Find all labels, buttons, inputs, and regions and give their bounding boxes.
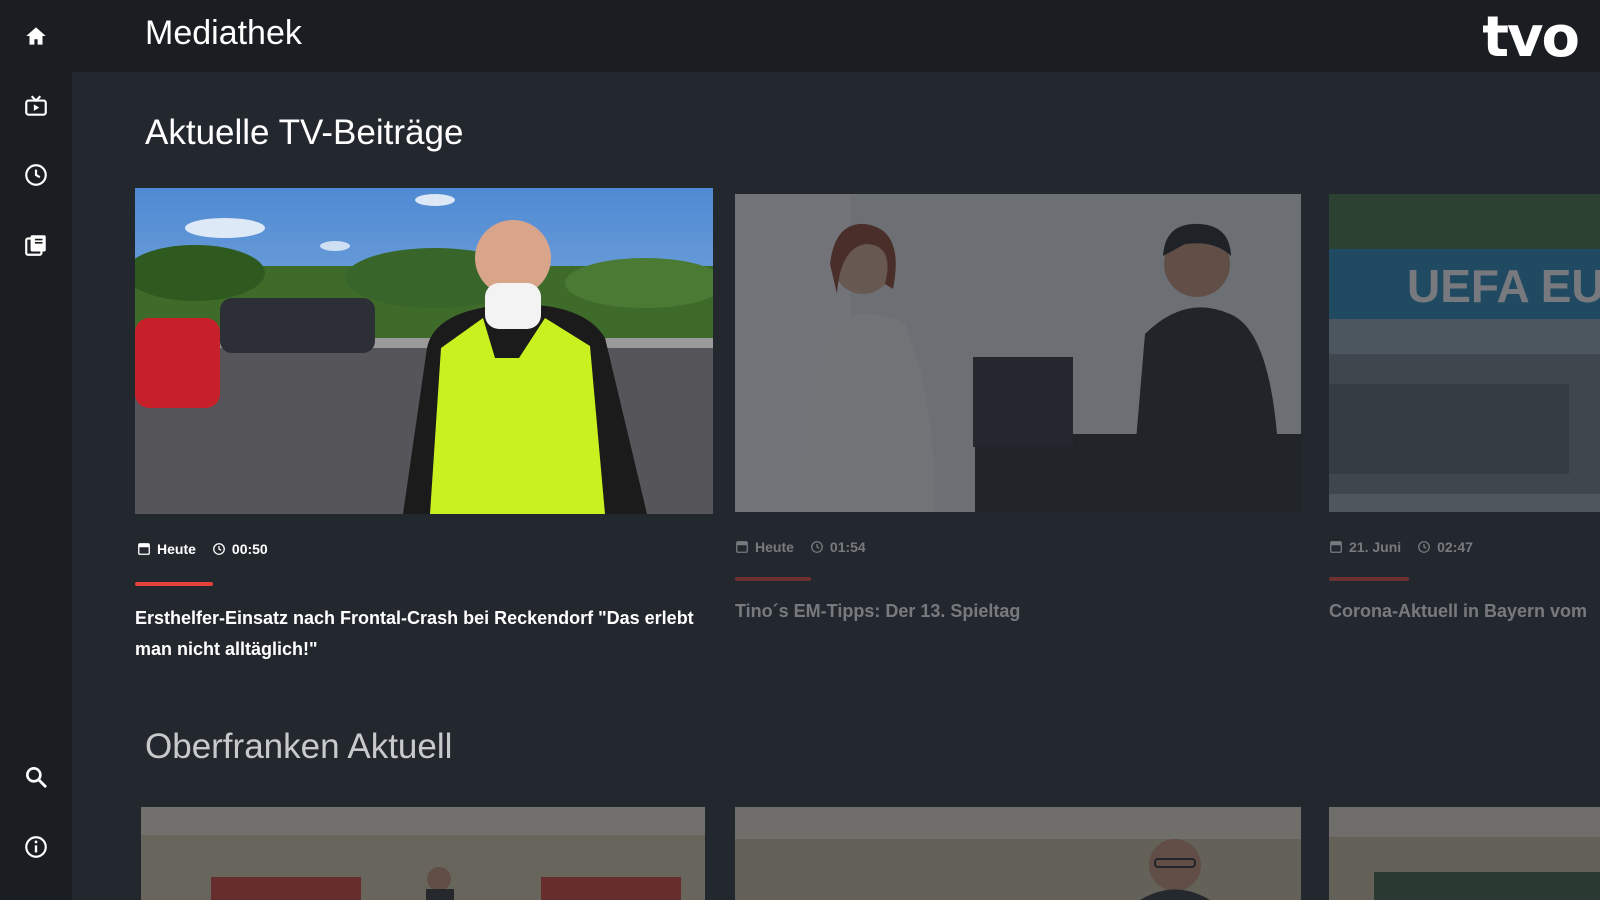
video-card[interactable] (735, 807, 1301, 900)
video-card[interactable]: Heute 01:54 Tino´s EM-Tipps: Der 13. Spi… (735, 194, 1301, 634)
card-meta: 21. Juni 02:47 (1329, 539, 1473, 555)
video-thumbnail[interactable] (141, 807, 705, 900)
section-title-aktuelle: Aktuelle TV-Beiträge (145, 113, 464, 152)
accent-bar (1329, 577, 1409, 581)
section-title-oberfranken: Oberfranken Aktuell (145, 727, 453, 766)
accent-bar (135, 582, 213, 586)
card-title[interactable]: Ersthelfer-Einsatz nach Frontal-Crash be… (135, 603, 713, 665)
video-thumbnail[interactable] (135, 188, 713, 514)
sidebar-item-search[interactable] (18, 759, 54, 795)
thumbnail-text: UEFA EU (1407, 260, 1600, 312)
card-date: 21. Juni (1349, 539, 1402, 555)
clock-icon (811, 541, 823, 553)
clock-icon (25, 164, 47, 186)
video-thumbnail[interactable] (735, 194, 1301, 512)
home-icon (26, 27, 46, 45)
card-duration: 00:50 (231, 541, 268, 557)
page-title: Mediathek (145, 14, 302, 52)
card-date: Heute (157, 541, 196, 557)
card-title[interactable]: Corona-Aktuell in Bayern vom (1329, 596, 1600, 627)
clock-icon (1418, 541, 1431, 553)
video-card[interactable]: UEFA EU 21. Juni 02:47 Corona-Aktuell in… (1329, 194, 1600, 634)
search-icon (26, 767, 47, 788)
sidebar-item-recent[interactable] (18, 157, 54, 193)
card-duration: 01:54 (829, 539, 866, 555)
card-date: Heute (755, 539, 794, 555)
accent-bar (735, 577, 811, 581)
card-meta: Heute 01:54 (735, 539, 866, 555)
sidebar (0, 0, 72, 900)
video-card[interactable] (1329, 807, 1600, 900)
calendar-icon (1330, 541, 1342, 553)
library-icon (25, 235, 46, 256)
card-title[interactable]: Tino´s EM-Tipps: Der 13. Spieltag (735, 596, 1301, 627)
sidebar-item-live-tv[interactable] (18, 88, 54, 124)
sidebar-item-library[interactable] (18, 227, 54, 263)
video-card[interactable] (141, 807, 705, 900)
card-duration: 02:47 (1437, 539, 1473, 555)
calendar-icon (736, 541, 748, 553)
sidebar-item-home[interactable] (18, 18, 54, 54)
video-card[interactable]: Heute 00:50 Ersthelfer-Einsatz nach Fron… (135, 188, 713, 668)
video-thumbnail[interactable] (735, 807, 1301, 900)
video-thumbnail[interactable] (1329, 807, 1600, 900)
tv-icon (25, 95, 47, 116)
card-meta: Heute 00:50 (137, 541, 268, 557)
info-icon (25, 836, 47, 858)
logo: tvo (1482, 5, 1580, 70)
clock-icon (213, 543, 225, 555)
video-thumbnail[interactable]: UEFA EU (1329, 194, 1600, 512)
calendar-icon (138, 543, 150, 555)
sidebar-item-info[interactable] (18, 829, 54, 865)
